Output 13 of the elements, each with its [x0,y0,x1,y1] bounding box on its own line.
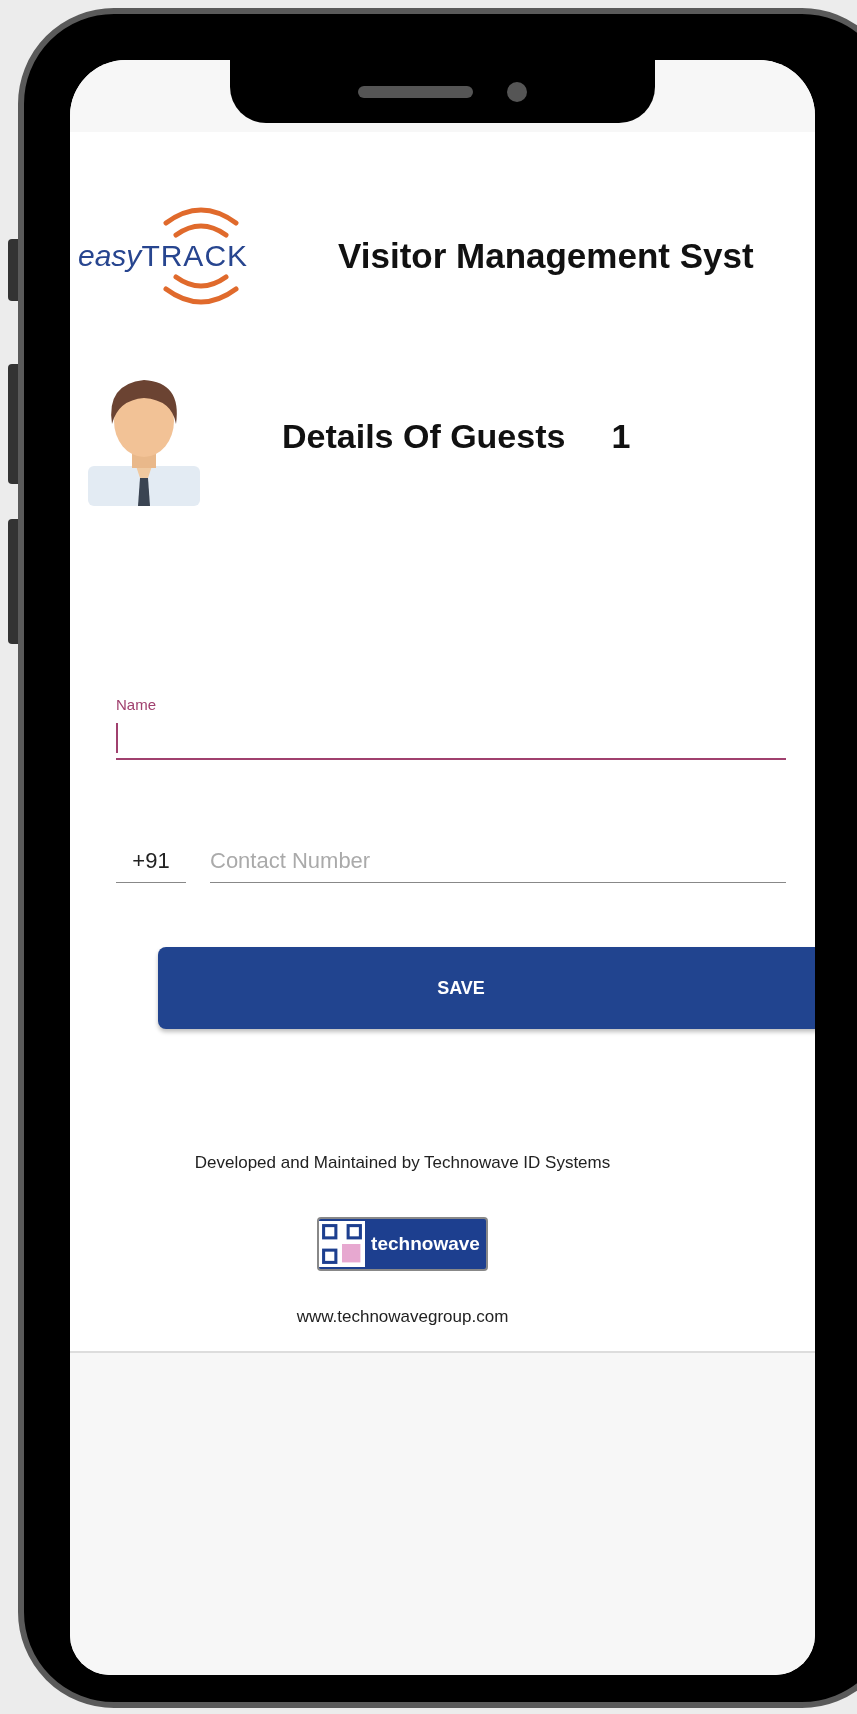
logo-text: easy [78,239,142,273]
contact-number-field[interactable]: Contact Number [210,848,786,883]
save-button[interactable]: SAVE [158,947,815,1029]
country-code-field[interactable]: +91 [116,848,186,883]
company-logo: technowave [317,1217,488,1271]
qr-code-icon [319,1221,366,1267]
guest-count: 1 [611,416,631,456]
logo-text: TRACK [141,239,249,273]
name-field[interactable]: Name [116,696,786,760]
credit-text: Developed and Maintained by Technowave ID Systems [194,1153,611,1173]
website-link[interactable]: www.technowavegroup.com [296,1307,509,1327]
guest-heading: Details Of Guests [282,416,566,456]
app-title: Visitor Management Syst [338,236,754,276]
